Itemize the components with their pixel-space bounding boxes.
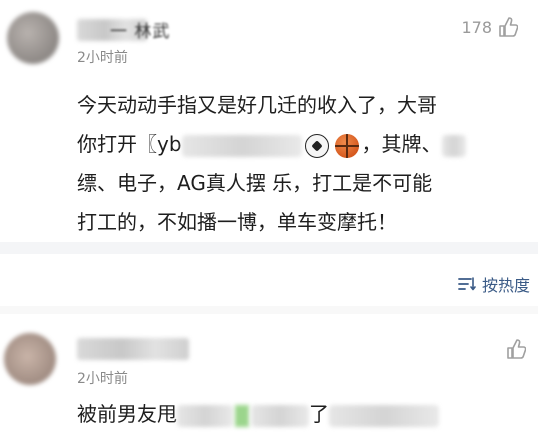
avatar[interactable] bbox=[7, 12, 59, 64]
like-button[interactable]: 178 bbox=[461, 16, 518, 38]
author-name[interactable]: 一 林武 bbox=[110, 17, 170, 42]
comment-text: 你打开〖yb bbox=[77, 132, 182, 156]
thumbs-up-icon bbox=[499, 17, 518, 37]
comment-line: 今天动动手指又是好几迁的收入了，大哥 bbox=[77, 93, 437, 117]
author-name-redacted[interactable] bbox=[77, 338, 189, 360]
sort-lines-icon bbox=[458, 277, 476, 291]
comment-line: 你打开〖yb ，其牌、 bbox=[77, 125, 517, 164]
comment-body: 今天动动手指又是好几迁的收入了，大哥 你打开〖yb ，其牌、 缥、电子，AG真人摆… bbox=[77, 86, 517, 242]
avatar[interactable] bbox=[4, 333, 56, 385]
comment-line: 缥、电子，AG真人摆 乐，打工是不可能 bbox=[77, 171, 433, 195]
redacted-text bbox=[235, 404, 249, 427]
comment-text: ，其牌、 bbox=[361, 132, 442, 156]
redacted-text bbox=[181, 134, 302, 157]
comment-time: 2小时前 bbox=[77, 371, 128, 387]
comment-line: 打工的，不如播一博，单车变摩托！ bbox=[77, 210, 397, 234]
soccer-ball-icon bbox=[304, 133, 329, 158]
comment-text: 被前男友甩 bbox=[77, 402, 177, 426]
section-divider bbox=[0, 242, 538, 254]
like-count: 178 bbox=[461, 17, 492, 37]
basketball-icon bbox=[334, 133, 359, 158]
section-divider bbox=[0, 306, 538, 314]
comment-body: 被前男友甩 了 bbox=[77, 398, 439, 427]
redacted-text bbox=[441, 134, 466, 157]
comment-text: 了 bbox=[309, 402, 329, 426]
redacted-text bbox=[251, 404, 309, 427]
sort-by-hot-button[interactable]: 按热度 bbox=[458, 272, 530, 296]
comment-time: 2小时前 bbox=[77, 50, 128, 66]
redacted-text bbox=[329, 404, 439, 427]
redacted-text bbox=[177, 404, 233, 427]
thumbs-up-icon[interactable] bbox=[506, 338, 526, 360]
sort-label: 按热度 bbox=[481, 276, 530, 295]
